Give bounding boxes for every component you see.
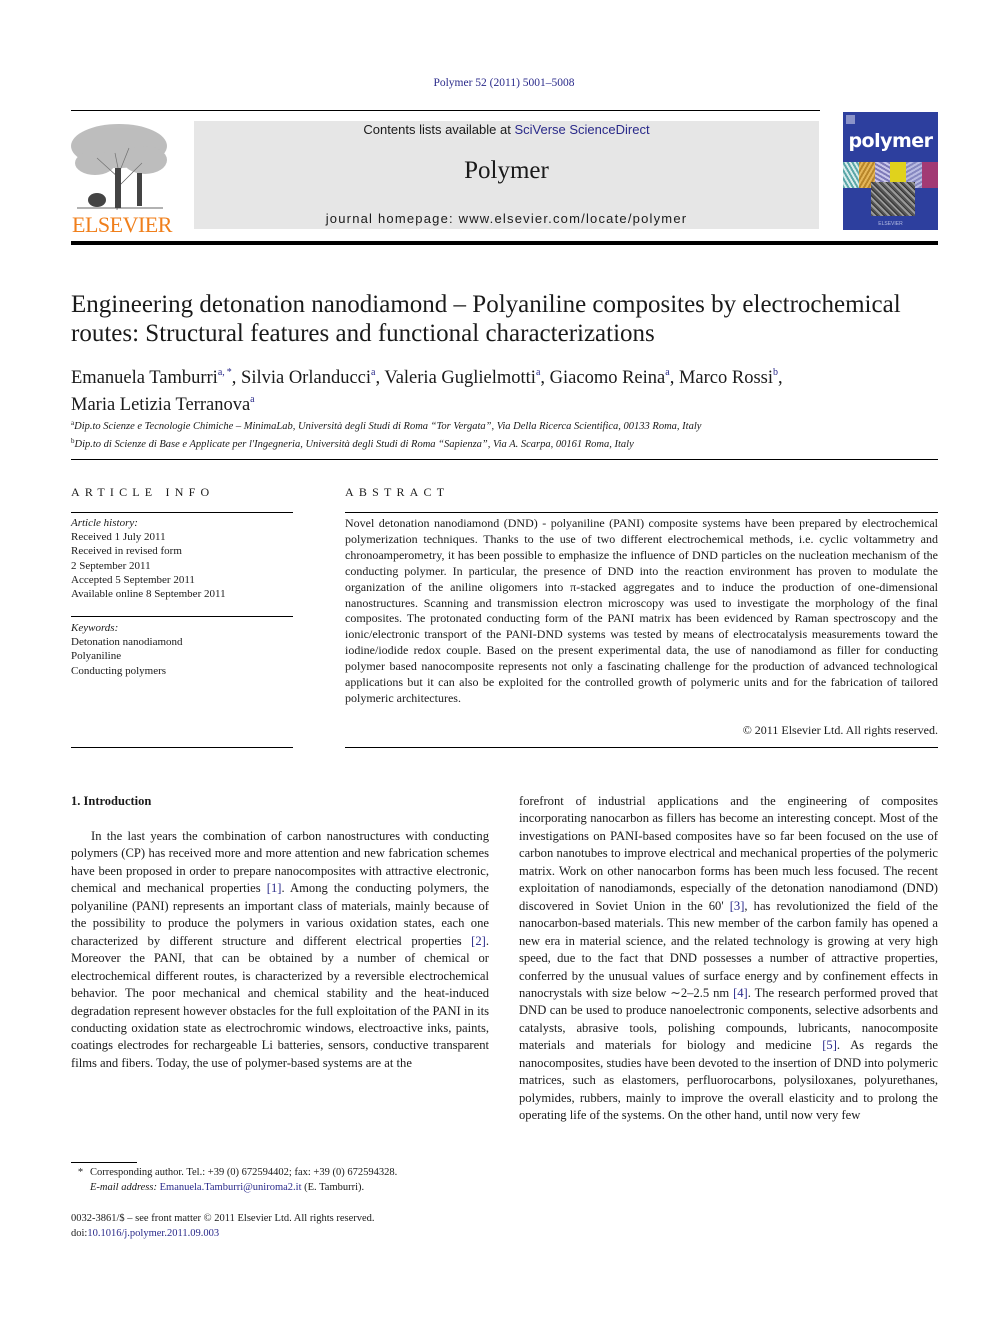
affiliation-text: Dip.to Scienze e Tecnologie Chimiche – M… <box>74 421 702 432</box>
article-info-heading: ARTICLE INFO <box>71 485 215 499</box>
history-item: Received 1 July 2011 <box>71 531 166 544</box>
author-name[interactable]: Giacomo Reina <box>550 368 666 388</box>
elsevier-wordmark: ELSEVIER <box>72 212 172 237</box>
body-text: forefront of industrial applications and… <box>519 794 938 913</box>
footnote-rule <box>71 1162 137 1163</box>
author-affiliation-marker[interactable]: a <box>250 394 254 405</box>
affiliation-rule <box>71 459 938 460</box>
history-item: Received in revised form <box>71 545 182 558</box>
journal-homepage[interactable]: journal homepage: www.elsevier.com/locat… <box>194 211 819 226</box>
keyword-item[interactable]: Polyaniline <box>71 649 293 663</box>
cover-sem-image <box>871 182 915 216</box>
author-affiliation-marker[interactable]: a, * <box>218 367 232 378</box>
affiliation: aDip.to Scienze e Tecnologie Chimiche – … <box>71 416 951 434</box>
journal-cover-image: polymer ELSEVIER <box>843 112 938 230</box>
abstract-text: Novel detonation nanodiamond (DND) - pol… <box>345 516 938 705</box>
history-item: Accepted 5 September 2011 <box>71 573 195 586</box>
divider <box>345 747 938 748</box>
masthead-rule <box>71 241 938 245</box>
divider <box>345 512 938 513</box>
body-column-left: In the last years the combination of car… <box>71 828 489 1072</box>
history-list: Received 1 July 2011 Received in revised … <box>71 530 293 601</box>
author-name[interactable]: Maria Letizia Terranova <box>71 395 250 415</box>
author-affiliation-marker[interactable]: b <box>773 367 778 378</box>
author-name[interactable]: Emanuela Tamburri <box>71 368 218 388</box>
abstract-heading: ABSTRACT <box>345 485 450 499</box>
journal-banner: Contents lists available at SciVerse Sci… <box>194 121 819 229</box>
doi-link[interactable]: 10.1016/j.polymer.2011.09.003 <box>87 1228 219 1239</box>
body-column-right: forefront of industrial applications and… <box>519 793 938 1125</box>
corresponding-text: Corresponding author. Tel.: +39 (0) 6725… <box>90 1167 398 1178</box>
contents-prefix: Contents lists available at <box>363 122 515 137</box>
keywords-label: Keywords: <box>71 622 119 634</box>
author-list: Emanuela Tamburria, *, Silvia Orlanducci… <box>71 367 783 415</box>
body-text: , has revolutionized the field of the na… <box>519 898 938 1000</box>
reference-link[interactable]: [1] <box>267 881 282 895</box>
author-name[interactable]: Silvia Orlanducci <box>241 368 371 388</box>
corresponding-author-footnote: * Corresponding author. Tel.: +39 (0) 672… <box>71 1165 501 1195</box>
keyword-list: Detonation nanodiamond Polyaniline Conduct… <box>71 635 293 678</box>
keyword-item[interactable]: Conducting polymers <box>71 664 293 678</box>
email-suffix: (E. Tamburri). <box>301 1182 365 1193</box>
author-affiliation-marker[interactable]: a <box>371 367 375 378</box>
header-rule <box>71 110 820 111</box>
cover-publisher: ELSEVIER <box>878 221 903 227</box>
contents-line: Contents lists available at SciVerse Sci… <box>194 121 819 137</box>
journal-name: Polymer <box>464 157 549 184</box>
reference-link[interactable]: [2] <box>471 934 486 948</box>
cover-title: polymer <box>848 130 933 152</box>
affiliation: bDip.to di Scienze di Base e Applicate p… <box>71 434 951 452</box>
divider <box>71 512 293 513</box>
history-item: 2 September 2011 <box>71 559 151 572</box>
author-name[interactable]: Valeria Guglielmotti <box>384 368 536 388</box>
history-item: Available online 8 September 2011 <box>71 588 226 601</box>
section-heading-introduction: 1. Introduction <box>71 794 152 808</box>
author-affiliation-marker[interactable]: a <box>536 367 540 378</box>
article-title: Engineering detonation nanodiamond – Pol… <box>71 291 901 347</box>
tree-icon <box>71 124 167 211</box>
history-label: Article history: <box>71 517 138 529</box>
keywords: Keywords: Detonation nanodiamond Polyanil… <box>71 621 293 678</box>
elsevier-emblem-icon <box>846 115 855 124</box>
keyword-item[interactable]: Detonation nanodiamond <box>71 635 293 649</box>
divider <box>71 616 293 617</box>
sciencedirect-link[interactable]: SciVerse ScienceDirect <box>514 122 649 137</box>
abstract-copyright: © 2011 Elsevier Ltd. All rights reserved… <box>742 723 938 737</box>
journal-citation[interactable]: Polymer 52 (2011) 5001–5008 <box>0 77 992 89</box>
reference-link[interactable]: [4] <box>733 986 748 1000</box>
footnote-marker: * <box>77 1167 84 1178</box>
issn-line: 0032-3861/$ – see front matter © 2011 El… <box>71 1213 375 1224</box>
affiliation-text: Dip.to di Scienze di Base e Applicate pe… <box>74 439 634 450</box>
doi-label: doi: <box>71 1227 88 1239</box>
divider <box>71 747 293 748</box>
author-affiliation-marker[interactable]: a <box>665 367 669 378</box>
body-text: . Moreover the PANI, that can be obtaine… <box>71 933 489 1070</box>
front-matter: 0032-3861/$ – see front matter © 2011 El… <box>71 1212 501 1241</box>
reference-link[interactable]: [5] <box>822 1038 837 1052</box>
email-label: E-mail address: <box>90 1182 157 1193</box>
affiliation-list: aDip.to Scienze e Tecnologie Chimiche – … <box>71 416 951 452</box>
reference-link[interactable]: [3] <box>730 899 745 913</box>
author-name[interactable]: Marco Rossi <box>679 368 773 388</box>
email-link[interactable]: Emanuela.Tamburri@uniroma2.it <box>160 1182 302 1193</box>
article-history: Article history: Received 1 July 2011 Rec… <box>71 516 293 601</box>
